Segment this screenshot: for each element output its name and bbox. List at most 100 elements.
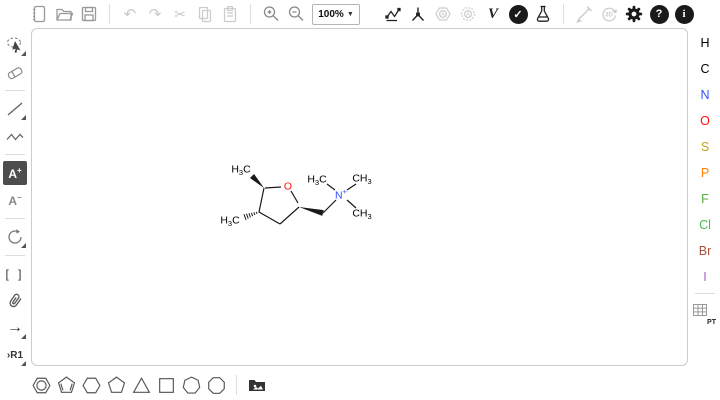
- zoom-out-button[interactable]: [285, 3, 307, 25]
- sgroup-button[interactable]: [ ]: [3, 262, 27, 286]
- element-button-br[interactable]: Br: [693, 238, 717, 264]
- divider: [695, 293, 715, 294]
- attachment-point-button[interactable]: [3, 289, 27, 313]
- 3d-viewer-button[interactable]: 3D: [598, 3, 620, 25]
- dearomatize-icon: A: [458, 4, 478, 24]
- rotate-icon: [4, 226, 26, 248]
- check-structure-icon: ✓: [509, 5, 528, 24]
- template-cyclobutane-button[interactable]: [155, 374, 177, 396]
- redo-button[interactable]: ↷: [144, 3, 166, 25]
- template-cyclopropane-button[interactable]: [130, 374, 152, 396]
- template-library-button[interactable]: [246, 374, 268, 396]
- template-cycloheptane-button[interactable]: [180, 374, 202, 396]
- new-document-icon: [29, 4, 49, 24]
- element-button-i[interactable]: I: [693, 264, 717, 290]
- clean-up-icon: [408, 4, 428, 24]
- left-toolbar: A+ A− [ ] → ›R1: [0, 28, 30, 370]
- calculate-cip-button[interactable]: V: [482, 3, 504, 25]
- cyclopentane-icon: [106, 375, 127, 396]
- cyclooctane-icon: [206, 375, 227, 396]
- element-button-p[interactable]: P: [693, 160, 717, 186]
- paste-button[interactable]: [219, 3, 241, 25]
- element-button-cl[interactable]: Cl: [693, 212, 717, 238]
- periodic-table-label: PT: [707, 319, 716, 326]
- reaction-arrow-button[interactable]: →: [3, 316, 27, 340]
- zoom-level-value: 100%: [318, 9, 344, 20]
- element-button-s[interactable]: S: [693, 134, 717, 160]
- cycloheptane-icon: [181, 375, 202, 396]
- element-button-h[interactable]: H: [693, 30, 717, 56]
- cyclopropane-icon: [131, 375, 152, 396]
- divider: [250, 4, 251, 24]
- divider: [5, 255, 25, 256]
- open-button[interactable]: [53, 3, 75, 25]
- aromatize-icon: A: [433, 4, 453, 24]
- layout-button[interactable]: [382, 3, 404, 25]
- about-button[interactable]: i: [673, 3, 695, 25]
- template-cyclooctane-button[interactable]: [205, 374, 227, 396]
- divider: [109, 4, 110, 24]
- copy-icon: [195, 4, 215, 24]
- gear-icon: [624, 4, 644, 24]
- save-button[interactable]: [78, 3, 100, 25]
- divider: [563, 4, 564, 24]
- sgroup-brackets-icon: [ ]: [5, 267, 24, 281]
- lasso-select-button[interactable]: [3, 33, 27, 57]
- charge-plus-button[interactable]: A+: [3, 161, 27, 185]
- erase-button[interactable]: [3, 60, 27, 84]
- element-button-n[interactable]: N: [693, 82, 717, 108]
- eraser-icon: [4, 61, 26, 83]
- svg-text:3D: 3D: [605, 13, 613, 19]
- template-toolbar: [30, 373, 268, 397]
- divider: [5, 90, 25, 91]
- pen-icon: [574, 4, 594, 24]
- divider: [5, 218, 25, 219]
- chain-tool-button[interactable]: [3, 124, 27, 148]
- new-document-button[interactable]: [28, 3, 50, 25]
- check-structure-button[interactable]: ✓: [507, 3, 529, 25]
- element-button-o[interactable]: O: [693, 108, 717, 134]
- paperclip-icon: [4, 290, 26, 312]
- element-button-c[interactable]: C: [693, 56, 717, 82]
- template-cyclohexane-button[interactable]: [80, 374, 102, 396]
- flask-icon: [533, 4, 553, 24]
- help-button[interactable]: ?: [648, 3, 670, 25]
- undo-button[interactable]: ↶: [119, 3, 141, 25]
- undo-icon: ↶: [124, 7, 137, 22]
- paste-icon: [220, 4, 240, 24]
- template-benzene-button[interactable]: [30, 374, 52, 396]
- drawing-canvas[interactable]: [31, 28, 688, 366]
- aromatize-button[interactable]: A: [432, 3, 454, 25]
- calculated-values-button[interactable]: [532, 3, 554, 25]
- divider: [5, 154, 25, 155]
- template-cyclopentane-button[interactable]: [105, 374, 127, 396]
- single-bond-icon: [4, 98, 26, 120]
- clean-up-button[interactable]: [407, 3, 429, 25]
- zoom-in-button[interactable]: [260, 3, 282, 25]
- single-bond-button[interactable]: [3, 97, 27, 121]
- layout-icon: [383, 4, 403, 24]
- charge-minus-icon: A−: [8, 193, 21, 208]
- chain-icon: [4, 125, 26, 147]
- redo-icon: ↷: [149, 7, 162, 22]
- template-cyclopentadiene-button[interactable]: [55, 374, 77, 396]
- recognize-molecule-button[interactable]: [573, 3, 595, 25]
- settings-button[interactable]: [623, 3, 645, 25]
- element-button-f[interactable]: F: [693, 186, 717, 212]
- rotate-tool-button[interactable]: [3, 225, 27, 249]
- open-folder-icon: [54, 4, 74, 24]
- zoom-level-dropdown[interactable]: 100% ▼: [312, 4, 360, 25]
- rgroup-icon: ›R1: [7, 350, 23, 361]
- dearomatize-button[interactable]: A: [457, 3, 479, 25]
- cyclobutane-icon: [156, 375, 177, 396]
- zoom-out-icon: [286, 4, 306, 24]
- copy-button[interactable]: [194, 3, 216, 25]
- atom-toolbar: H C N O S P F Cl Br I PT: [690, 28, 720, 326]
- svg-text:A: A: [466, 11, 471, 18]
- charge-minus-button[interactable]: A−: [3, 188, 27, 212]
- cut-button[interactable]: ✂: [169, 3, 191, 25]
- rgroup-button[interactable]: ›R1: [3, 343, 27, 367]
- periodic-table-button[interactable]: PT: [693, 304, 717, 326]
- svg-text:A: A: [441, 11, 446, 18]
- calculate-cip-icon: V: [488, 6, 498, 23]
